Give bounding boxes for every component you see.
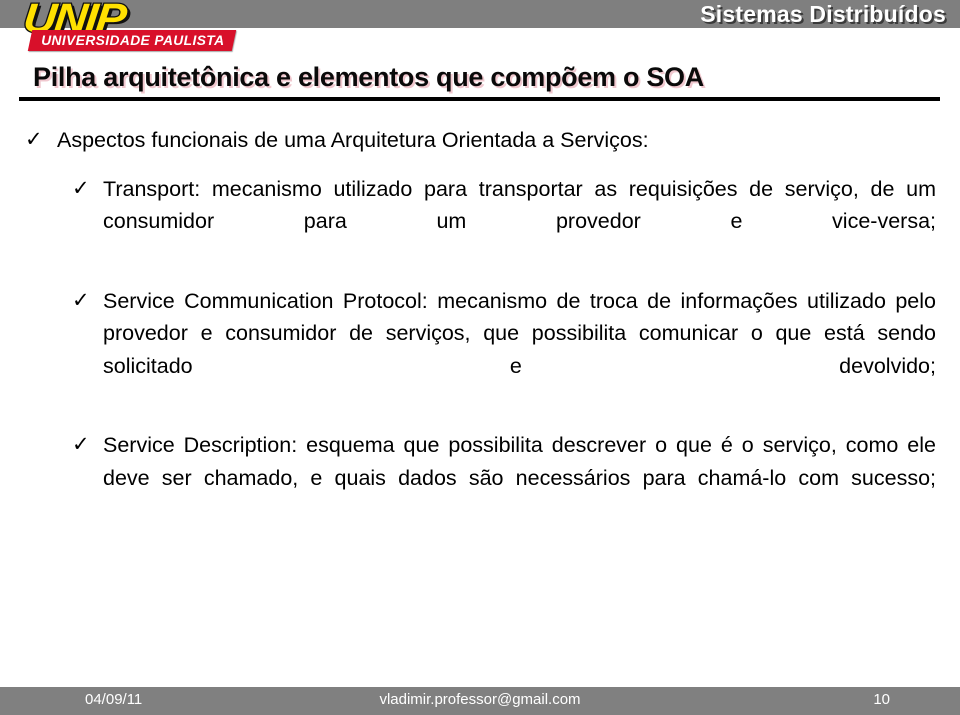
list-item-text: Transport: mecanismo utilizado para tran…	[103, 176, 936, 234]
check-icon: ✓	[72, 176, 90, 200]
list-item: ✓ Aspectos funcionais de uma Arquitetura…	[0, 124, 960, 157]
unip-tagline: UNIVERSIDADE PAULISTA	[41, 33, 225, 48]
footer-email: vladimir.professor@gmail.com	[379, 691, 581, 708]
slide-body: ✓ Aspectos funcionais de uma Arquitetura…	[0, 124, 960, 541]
title-divider	[19, 97, 940, 102]
unip-logo: UNIP UNIVERSIDADE PAULISTA	[12, 0, 236, 56]
list-item: ✓ Transport: mecanismo utilizado para tr…	[0, 173, 960, 271]
list-item-text: Service Communication Protocol: mecanism…	[103, 288, 936, 379]
list-item-text: Aspectos funcionais de uma Arquitetura O…	[57, 128, 649, 152]
footer-band: 04/09/11 vladimir.professor@gmail.com 10	[0, 687, 960, 715]
page-title: Pilha arquitetônica e elementos que comp…	[33, 62, 704, 92]
list-item-text: Service Description: esquema que possibi…	[103, 433, 936, 491]
footer-page-number: 10	[873, 691, 890, 708]
check-icon: ✓	[72, 288, 90, 312]
course-title: Sistemas Distribuídos	[700, 1, 946, 27]
list-item: ✓ Service Communication Protocol: mecani…	[0, 285, 960, 416]
check-icon: ✓	[72, 433, 90, 457]
list-item: ✓ Service Description: esquema que possi…	[0, 429, 960, 527]
check-icon: ✓	[25, 128, 43, 151]
unip-tagline-banner: UNIVERSIDADE PAULISTA	[27, 30, 236, 51]
